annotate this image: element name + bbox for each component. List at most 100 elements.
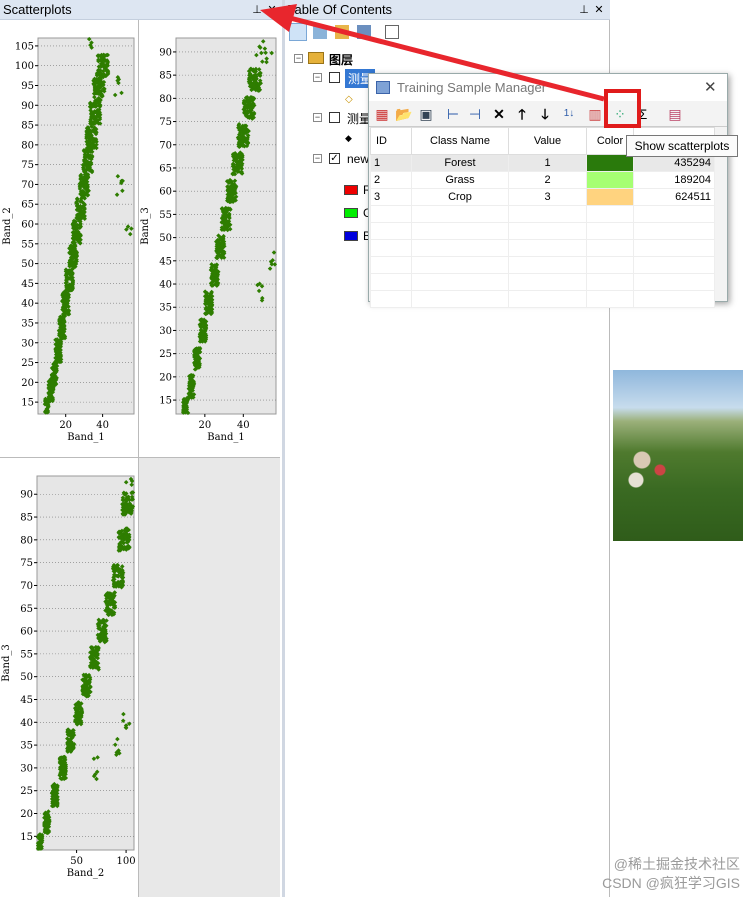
- collapse-icon[interactable]: −: [313, 73, 322, 82]
- list-by-visibility-icon[interactable]: [335, 25, 349, 39]
- y-tick-label: 60: [20, 627, 33, 638]
- row-value[interactable]: 1: [508, 154, 587, 172]
- row-color[interactable]: [586, 188, 634, 206]
- y-tick-label: 75: [20, 558, 33, 569]
- y-tick-label: 90: [159, 47, 172, 58]
- collapse-icon[interactable]: −: [313, 154, 322, 163]
- y-tick-label: 60: [159, 187, 172, 198]
- list-by-drawing-order-icon[interactable]: [289, 23, 307, 41]
- y-tick-label: 25: [20, 786, 33, 797]
- row-id: 3: [370, 188, 412, 206]
- merge-icon[interactable]: ⊢: [443, 104, 463, 124]
- y-tick-label: 25: [159, 349, 172, 360]
- y-tick-label: 85: [20, 513, 33, 524]
- layer-2-checkbox[interactable]: [329, 112, 340, 123]
- x-axis-label: Band_2: [67, 868, 105, 879]
- save-icon[interactable]: ▣: [416, 104, 436, 124]
- split-icon[interactable]: ⊣: [465, 104, 485, 124]
- point-symbol-icon: ◆: [345, 133, 352, 143]
- histogram-icon[interactable]: ▥: [585, 104, 605, 124]
- y-tick-label: 45: [21, 279, 34, 290]
- pin-icon[interactable]: ⊥: [577, 1, 591, 19]
- training-sample-manager-dialog: Training Sample Manager ✕ ▦ 📂 ▣ ⊢ ⊣ ✕ 🡑 …: [368, 73, 728, 308]
- sort-icon[interactable]: 1↓: [559, 104, 579, 124]
- table-row[interactable]: 3 Crop 3 624511: [370, 188, 715, 206]
- y-tick-label: 55: [20, 649, 33, 660]
- y-tick-label: 20: [20, 809, 33, 820]
- evaluate-icon[interactable]: ▤: [665, 104, 685, 124]
- table-row-empty: [370, 205, 715, 223]
- y-tick-label: 65: [20, 604, 33, 615]
- x-tick-label: 20: [198, 420, 211, 431]
- layer-1-checkbox[interactable]: [329, 72, 340, 83]
- scatterplots-title: Scatterplots: [3, 2, 72, 17]
- row-count: 624511: [633, 188, 715, 206]
- y-tick-label: 20: [159, 372, 172, 383]
- open-icon[interactable]: 📂: [394, 104, 414, 124]
- column-header-value[interactable]: Value: [508, 127, 587, 155]
- y-tick-label: 30: [21, 338, 34, 349]
- x-tick-label: 100: [117, 856, 136, 867]
- y-tick-label: 95: [21, 81, 34, 92]
- table-row[interactable]: 2 Grass 2 189204: [370, 171, 715, 189]
- table-row[interactable]: 1 Forest 1 435294: [370, 154, 715, 172]
- row-value[interactable]: 2: [508, 171, 587, 189]
- y-tick-label: 35: [159, 303, 172, 314]
- table-row-empty: [370, 222, 715, 240]
- y-tick-label: 65: [21, 200, 34, 211]
- table-row-empty: [370, 239, 715, 257]
- x-tick-label: 20: [59, 420, 72, 431]
- close-icon[interactable]: ✕: [704, 74, 717, 101]
- y-tick-label: 15: [21, 398, 34, 409]
- collapse-icon[interactable]: −: [313, 113, 322, 122]
- y-tick-label: 80: [21, 140, 34, 151]
- y-tick-label: 55: [21, 239, 34, 250]
- close-icon[interactable]: ✕: [265, 1, 279, 19]
- row-class-name[interactable]: Grass: [411, 171, 509, 189]
- move-down-icon[interactable]: 🡓: [535, 104, 555, 124]
- pin-icon[interactable]: ⊥: [250, 1, 264, 19]
- y-tick-label: 105: [15, 41, 34, 52]
- y-tick-label: 75: [159, 117, 172, 128]
- table-row-empty: [370, 290, 715, 308]
- toc-title: Table Of Contents: [288, 2, 393, 17]
- y-tick-label: 85: [159, 71, 172, 82]
- row-class-name[interactable]: Forest: [411, 154, 509, 172]
- y-tick-label: 75: [21, 160, 34, 171]
- row-color[interactable]: [586, 154, 634, 172]
- row-color[interactable]: [586, 171, 634, 189]
- y-tick-label: 15: [20, 832, 33, 843]
- toc-root-label[interactable]: 图层: [329, 51, 353, 68]
- options-icon[interactable]: [385, 25, 399, 39]
- y-tick-label: 90: [21, 101, 34, 112]
- y-tick-label: 35: [20, 741, 33, 752]
- x-tick-label: 40: [96, 420, 109, 431]
- column-header-class-name[interactable]: Class Name: [411, 127, 509, 155]
- y-tick-label: 40: [20, 718, 33, 729]
- layer-3-checkbox[interactable]: ✓: [329, 153, 340, 164]
- list-by-source-icon[interactable]: [313, 25, 327, 39]
- toc-title-bar: Table Of Contents ⊥ ✕: [285, 0, 610, 20]
- point-symbol-icon: ◇: [345, 94, 353, 105]
- row-class-name[interactable]: Crop: [411, 188, 509, 206]
- table-row-empty: [370, 273, 715, 291]
- collapse-icon[interactable]: −: [294, 54, 303, 63]
- dialog-app-icon: [376, 81, 390, 94]
- layer-3-label[interactable]: new: [347, 152, 369, 166]
- y-tick-label: 70: [159, 140, 172, 151]
- y-tick-label: 85: [21, 121, 34, 132]
- toc-toolbar: [285, 20, 607, 44]
- move-up-icon[interactable]: 🡑: [512, 104, 532, 124]
- watermark-line-2: CSDN @疯狂学习GIS: [602, 875, 740, 891]
- close-icon[interactable]: ✕: [592, 1, 606, 19]
- y-tick-label: 70: [20, 581, 33, 592]
- y-tick-label: 20: [21, 378, 34, 389]
- row-value[interactable]: 3: [508, 188, 587, 206]
- delete-icon[interactable]: ✕: [489, 104, 509, 124]
- new-icon[interactable]: ▦: [372, 104, 392, 124]
- list-by-selection-icon[interactable]: [357, 25, 371, 39]
- y-tick-label: 40: [159, 280, 172, 291]
- y-tick-label: 80: [20, 535, 33, 546]
- column-header-id[interactable]: ID: [370, 127, 412, 155]
- band-green-swatch: [344, 208, 358, 218]
